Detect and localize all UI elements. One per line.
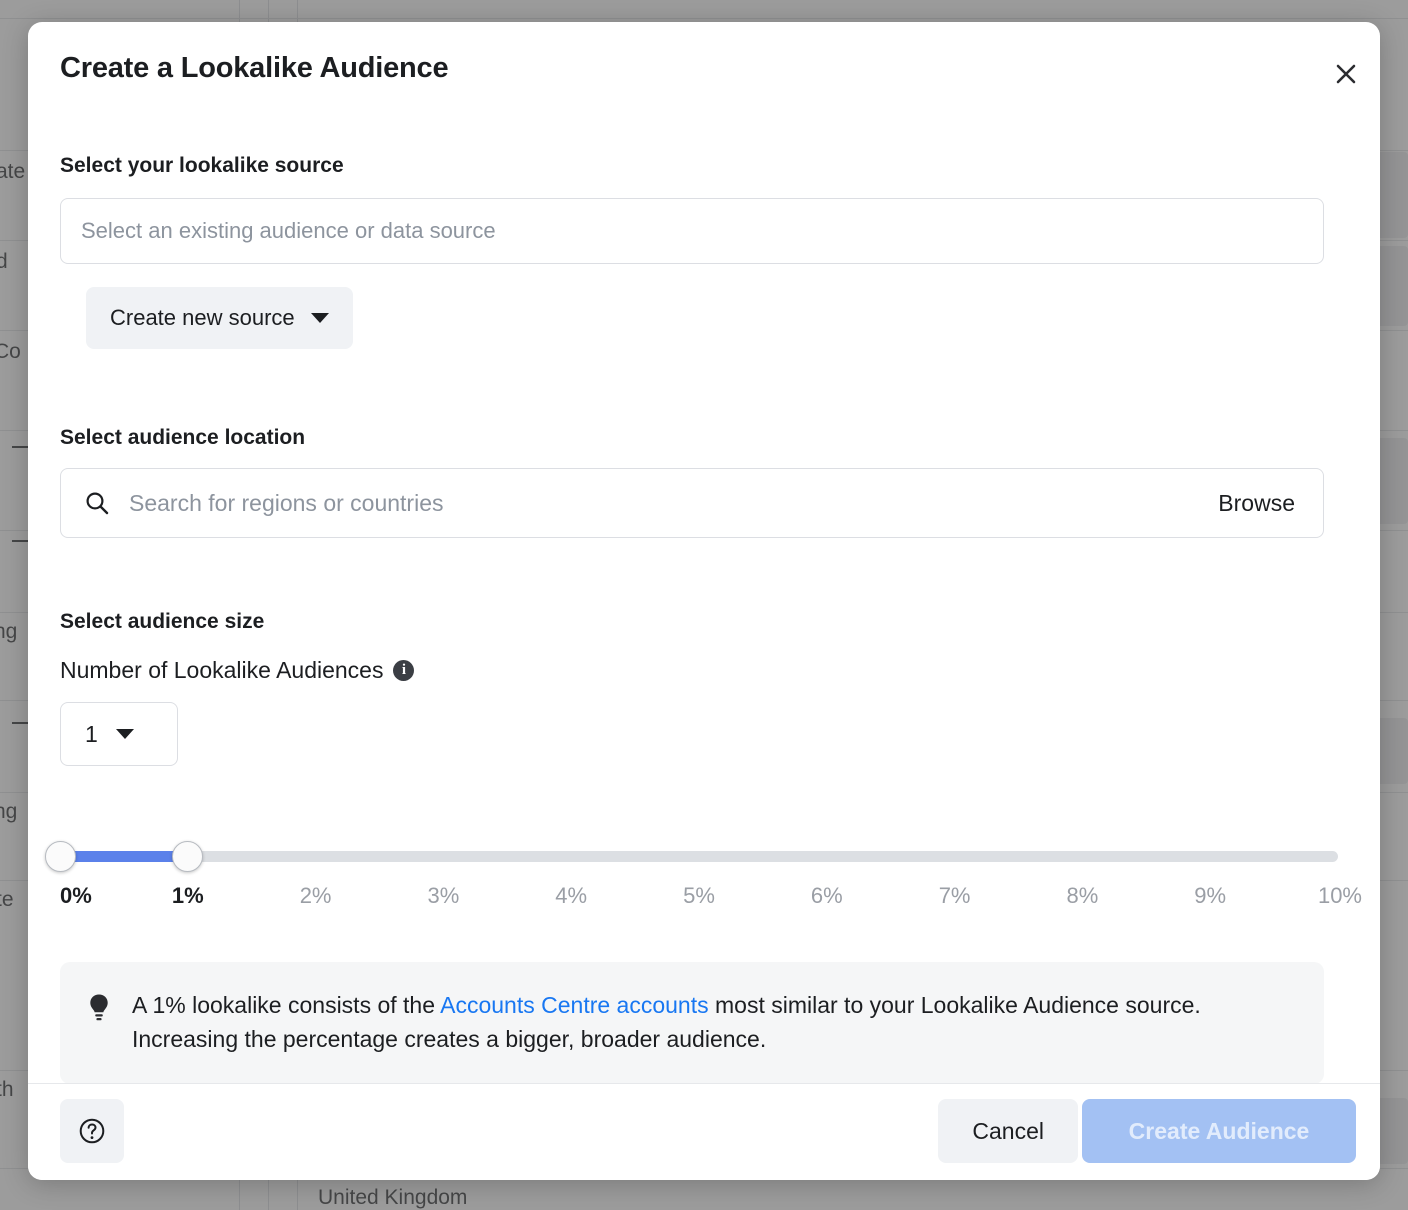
chevron-down-icon <box>310 313 329 323</box>
slider-selected-range <box>60 851 188 862</box>
slider-tick-2: 2% <box>299 883 332 908</box>
slider-tick-0: 0% <box>60 883 92 908</box>
create-new-source-label: Create new source <box>110 305 295 330</box>
audience-location-label: Select audience location <box>60 426 306 449</box>
number-of-audiences-select[interactable]: 1 <box>60 702 178 766</box>
slider-tick-5: 5% <box>683 883 715 908</box>
slider-tick-4: 4% <box>555 883 588 908</box>
slider-tick-9: 9% <box>1194 883 1227 908</box>
question-mark-circle-icon[interactable] <box>60 1099 124 1163</box>
lookalike-source-label: Select your lookalike source <box>60 154 344 177</box>
slider-tick-10: 10% <box>1317 883 1362 908</box>
cancel-button[interactable]: Cancel <box>938 1099 1078 1163</box>
audience-size-slider[interactable]: 0% 1% 2% 3% 4% 5% 6% 7% 8% 9% 10% <box>44 827 1362 937</box>
number-of-audiences-text: Number of Lookalike Audiences <box>60 657 384 683</box>
slider-tick-7: 7% <box>938 883 971 908</box>
slider-tick-3: 3% <box>427 883 460 908</box>
lookalike-source-input[interactable] <box>60 198 1324 264</box>
number-of-audiences-label: Number of Lookalike Audiences i <box>60 657 415 684</box>
dialog-body: Create a Lookalike Audience Select your … <box>28 22 1380 1085</box>
tip-callout: A 1% lookalike consists of the Accounts … <box>60 962 1324 1085</box>
create-new-source-button[interactable]: Create new source <box>86 287 353 349</box>
audience-size-label: Select audience size <box>60 610 265 633</box>
create-lookalike-audience-dialog: Create a Lookalike Audience Select your … <box>28 22 1380 1180</box>
dialog-footer: Cancel Create Audience <box>28 1083 1380 1180</box>
slider-handle-start[interactable] <box>44 841 76 872</box>
audience-location-field: Browse <box>60 468 1324 538</box>
search-icon <box>83 489 111 517</box>
info-icon[interactable]: i <box>393 660 415 681</box>
create-audience-button[interactable]: Create Audience <box>1082 1099 1356 1163</box>
number-of-audiences-value: 1 <box>85 720 98 747</box>
tip-text-before: A 1% lookalike consists of the <box>132 992 441 1018</box>
close-icon[interactable] <box>1320 48 1372 100</box>
slider-handle-end[interactable] <box>172 841 204 872</box>
audience-location-input[interactable] <box>127 488 1211 518</box>
browse-locations-button[interactable]: Browse <box>1210 484 1303 523</box>
tip-text: A 1% lookalike consists of the Accounts … <box>132 988 1296 1056</box>
page-title: Create a Lookalike Audience <box>60 52 449 84</box>
slider-tick-8: 8% <box>1066 883 1099 908</box>
slider-track[interactable] <box>60 851 1338 862</box>
accounts-centre-link[interactable]: Accounts Centre accounts <box>440 992 708 1018</box>
slider-tick-6: 6% <box>810 883 843 908</box>
page-root: ate d Co ng ng te th United Kingdom Crea… <box>0 0 1408 1210</box>
chevron-down-icon <box>115 729 134 739</box>
lightbulb-icon <box>86 992 112 1056</box>
slider-tick-1: 1% <box>171 883 204 908</box>
